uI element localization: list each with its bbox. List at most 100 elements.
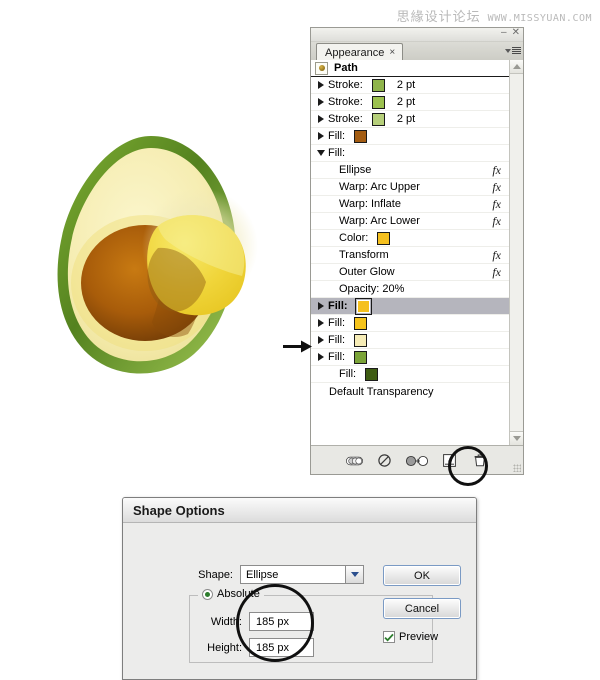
color-swatch[interactable] [354,333,368,347]
appearance-row-fx-ellipse[interactable]: Ellipse fx [311,162,509,179]
panel-body: Path Stroke: 2 pt Stroke: 2 pt Stroke: 2 pt Fi… [311,60,523,446]
panel-footer-toolbar[interactable] [311,447,523,474]
appearance-row-label: Fill: [328,130,346,142]
appearance-row-label: Stroke: [328,113,363,125]
color-swatch[interactable] [377,231,391,245]
panel-vertical-scrollbar[interactable] [509,60,523,445]
dialog-body: Shape: Ellipse Absolute Width: 185 px He… [123,523,476,680]
chevron-right-icon[interactable] [318,132,324,140]
chevron-down-icon[interactable] [317,150,325,156]
shape-field-row: Shape: Ellipse [161,565,364,584]
trash-icon[interactable] [471,453,488,468]
minimize-icon[interactable]: – [501,27,507,38]
appearance-target-row[interactable]: Path [311,60,509,77]
shape-options-dialog[interactable]: Shape Options Shape: Ellipse Absolute Wi… [122,497,477,680]
preview-checkbox-row[interactable]: Preview [383,631,438,643]
appearance-row-fx-warp-inflate[interactable]: Warp: Inflate fx [311,196,509,213]
width-field-row: Width: 185 px [132,612,314,631]
appearance-row-fill-green[interactable]: Fill: [311,349,509,366]
appearance-row-fx-warp-arc-up[interactable]: Warp: Arc Upper fx [311,179,509,196]
chevron-right-icon[interactable] [318,319,324,327]
appearance-row-fx-color[interactable]: Color: [311,230,509,247]
reduce-to-basic-appearance-icon[interactable] [406,453,428,468]
appearance-row-fx-transform[interactable]: Transform fx [311,247,509,264]
color-swatch[interactable] [365,367,379,381]
height-field-row: Height: 185 px [132,638,314,657]
watermark-chinese-text: 思緣设计论坛 [396,10,481,25]
duplicate-selected-item-icon[interactable] [441,453,458,468]
appearance-panel[interactable]: – ✕ Appearance × Path Stroke: 2 pt Stroke:… [310,27,524,475]
scroll-up-arrow[interactable] [510,60,523,74]
tab-appearance[interactable]: Appearance × [316,43,404,61]
absolute-radio[interactable]: Absolute [198,588,264,600]
scroll-down-arrow[interactable] [510,431,523,445]
color-swatch[interactable] [354,316,368,330]
panel-resize-grip[interactable] [513,464,521,472]
appearance-row-label: Fill: [328,334,346,346]
appearance-row-stroke-3[interactable]: Stroke: 2 pt [311,111,509,128]
appearance-row-fx-opacity[interactable]: Opacity: 20% [311,281,509,298]
appearance-row-fill-yellow[interactable]: Fill: [311,315,509,332]
preview-checkbox[interactable] [383,631,395,643]
appearance-row-label: Fill: [328,351,346,363]
width-input[interactable]: 185 px [249,612,314,631]
preview-label: Preview [399,631,439,643]
appearance-row-label: Fill: [339,368,357,380]
shape-select[interactable]: Ellipse [240,565,364,584]
cancel-button[interactable]: Cancel [383,598,461,619]
fx-icon[interactable]: fx [492,163,501,178]
fx-icon[interactable]: fx [492,265,501,280]
appearance-row-fill-cream[interactable]: Fill: [311,332,509,349]
appearance-row-fx-warp-arc-low[interactable]: Warp: Arc Lower fx [311,213,509,230]
appearance-row-stroke-2[interactable]: Stroke: 2 pt [311,94,509,111]
chevron-right-icon[interactable] [318,115,324,123]
tab-appearance-label: Appearance [325,46,385,59]
appearance-row-fill-open[interactable]: Fill: [311,145,509,162]
fx-icon[interactable]: fx [492,248,501,263]
appearance-row-fx-outer-glow[interactable]: Outer Glow fx [311,264,509,281]
appearance-row-stroke-1[interactable]: Stroke: 2 pt [311,77,509,94]
chevron-right-icon[interactable] [318,353,324,361]
dialog-title: Shape Options [123,498,476,523]
avocado-svg [57,136,258,374]
appearance-row-label: Ellipse [339,164,372,176]
chevron-right-icon[interactable] [318,302,324,310]
appearance-row-fill-brown[interactable]: Fill: [311,128,509,145]
fx-icon[interactable]: fx [492,214,501,229]
color-swatch[interactable] [354,129,368,143]
appearance-row-fill-darkgreen[interactable]: Fill: [311,366,509,383]
fx-icon[interactable]: fx [492,180,501,195]
panel-window-buttons[interactable]: – ✕ [501,27,520,38]
chevron-right-icon[interactable] [318,81,324,89]
watermark: 思緣设计论坛 WWW.MISSYUAN.COM [397,6,592,25]
fx-icon[interactable]: fx [492,197,501,212]
appearance-row-label: Warp: Inflate [339,198,401,210]
clear-appearance-icon[interactable] [376,453,393,468]
avocado-illustration [28,128,278,383]
color-swatch[interactable] [371,78,385,92]
watermark-url-text: WWW.MISSYUAN.COM [487,13,592,24]
chevron-right-icon[interactable] [318,336,324,344]
appearance-row-label: Fill: [328,147,346,159]
tab-close-icon[interactable]: × [389,47,395,58]
appearance-row-label: Stroke: [328,96,363,108]
appearance-row-list[interactable]: Path Stroke: 2 pt Stroke: 2 pt Stroke: 2 pt Fi… [311,60,509,445]
appearance-row-label: Fill: [328,300,348,312]
appearance-row-label: Warp: Arc Upper [339,181,420,193]
color-swatch[interactable] [371,95,385,109]
color-swatch[interactable] [371,112,385,126]
appearance-row-value: 2 pt [396,113,416,125]
chevron-down-icon [505,48,511,53]
chevron-right-icon[interactable] [318,98,324,106]
appearance-row-value: 2 pt [396,79,416,91]
ok-button[interactable]: OK [383,565,461,586]
color-swatch[interactable] [354,350,368,364]
chevron-down-icon[interactable] [345,566,363,583]
appearance-row-fill-sel[interactable]: Fill: [311,297,509,315]
height-input[interactable]: 185 px [249,638,314,657]
opacity-appearance-icon[interactable] [346,453,363,468]
default-transparency-row[interactable]: Default Transparency [311,383,509,400]
panel-menu-button[interactable] [503,43,521,58]
close-icon[interactable]: ✕ [512,27,520,38]
color-swatch[interactable] [354,297,372,315]
